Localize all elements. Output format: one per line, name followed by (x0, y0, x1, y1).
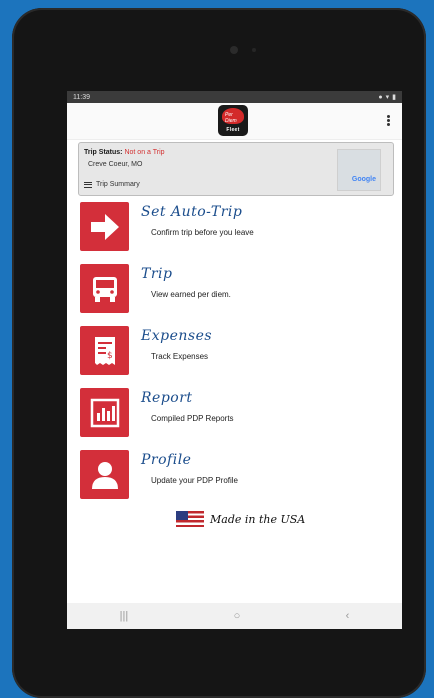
main-menu: Set Auto-Trip Confirm trip before you le… (67, 202, 402, 512)
menu-item-subtitle: Confirm trip before you leave (151, 228, 254, 237)
logo-badge: Per Diem (222, 108, 244, 124)
map-brand: Google (351, 176, 376, 183)
menu-item-profile[interactable]: Profile Update your PDP Profile (67, 450, 402, 512)
made-in-usa: Made in the USA (176, 511, 305, 527)
trip-status-card[interactable]: Trip Status: Not on a Trip Creve Coeur, … (78, 142, 394, 196)
person-icon (80, 450, 129, 499)
menu-item-subtitle: Track Expenses (151, 352, 209, 361)
map-thumbnail[interactable]: Google (337, 149, 381, 191)
bar-chart-icon (80, 388, 129, 437)
sensor-icon (252, 48, 256, 52)
menu-item-title: Expenses (141, 328, 213, 344)
menu-item-title: Trip (141, 266, 173, 282)
receipt-icon: $ (80, 326, 129, 375)
back-button[interactable]: ‹ (346, 610, 350, 622)
menu-item-title: Report (141, 390, 193, 406)
app-bar: Per Diem Fleet (67, 103, 402, 140)
system-nav-bar: ||| ○ ‹ (67, 603, 402, 629)
status-icons: ● ▾ ▮ (378, 93, 396, 102)
home-button[interactable]: ○ (234, 610, 241, 622)
list-icon (84, 181, 92, 188)
logo-word: Fleet (226, 127, 240, 133)
status-bar: 11:39 ● ▾ ▮ (67, 91, 402, 103)
trip-location: Creve Coeur, MO (88, 161, 143, 168)
recents-button[interactable]: ||| (120, 610, 129, 622)
menu-item-subtitle: Update your PDP Profile (151, 476, 239, 485)
menu-item-subtitle: View earned per diem. (151, 290, 231, 299)
trip-status: Trip Status: Not on a Trip (84, 149, 165, 156)
camera-icon (230, 46, 238, 54)
trip-summary-link[interactable]: Trip Summary (84, 181, 140, 188)
us-flag-icon (176, 511, 204, 527)
menu-item-subtitle: Compiled PDP Reports (151, 414, 234, 423)
menu-item-title: Profile (141, 452, 192, 468)
menu-item-report[interactable]: Report Compiled PDP Reports (67, 388, 402, 450)
wifi-icon: ▾ (385, 94, 390, 101)
menu-item-trip[interactable]: Trip View earned per diem. (67, 264, 402, 326)
app-screen: 11:39 ● ▾ ▮ Per Diem Fleet Trip Status: … (67, 91, 402, 629)
svg-text:$: $ (107, 351, 113, 361)
trip-summary-label: Trip Summary (96, 181, 140, 188)
menu-item-auto-trip[interactable]: Set Auto-Trip Confirm trip before you le… (67, 202, 402, 264)
made-in-usa-label: Made in the USA (210, 512, 306, 526)
menu-item-title: Set Auto-Trip (141, 204, 243, 220)
overflow-menu-icon[interactable] (387, 115, 390, 127)
menu-item-expenses[interactable]: $ Expenses Track Expenses (67, 326, 402, 388)
trip-status-label: Trip Status: (84, 149, 123, 156)
app-logo: Per Diem Fleet (218, 105, 248, 136)
truck-icon (80, 264, 129, 313)
arrow-right-icon (80, 202, 129, 251)
tablet-frame: 11:39 ● ▾ ▮ Per Diem Fleet Trip Status: … (12, 8, 426, 698)
status-time: 11:39 (73, 93, 90, 101)
location-icon: ● (378, 93, 383, 101)
trip-status-value: Not on a Trip (124, 149, 165, 156)
battery-icon: ▮ (392, 94, 396, 101)
